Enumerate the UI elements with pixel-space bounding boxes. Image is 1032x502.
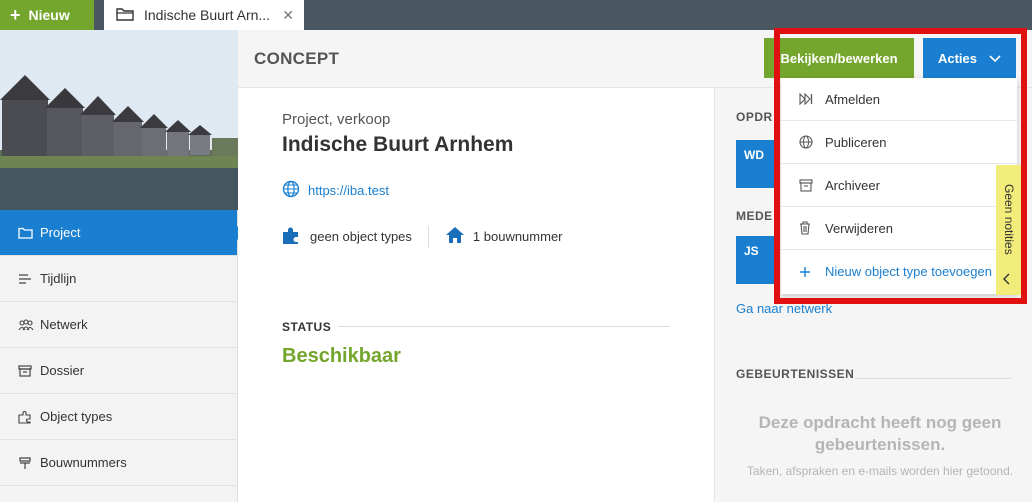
project-url-row: https://iba.test <box>282 180 389 201</box>
new-button-label: Nieuw <box>28 7 70 23</box>
sidebar-item-tijdlijn[interactable]: Tijdlijn <box>0 256 237 302</box>
divider <box>855 378 1011 379</box>
sidebar: Project Tijdlijn Netwerk Dossier Object … <box>0 30 244 502</box>
status-label: STATUS <box>282 320 332 334</box>
project-title: Indische Buurt Arnhem <box>282 133 514 156</box>
globe-icon <box>282 180 300 201</box>
sidebar-item-bouwnummers[interactable]: Bouwnummers <box>0 440 237 486</box>
sidebar-item-label: Netwerk <box>40 317 88 332</box>
network-icon <box>18 318 34 331</box>
project-type: Project, verkoop <box>282 111 391 128</box>
puzzle-icon <box>282 225 302 248</box>
home-icon <box>445 226 465 247</box>
project-url-link[interactable]: https://iba.test <box>308 183 389 198</box>
build-numbers-info[interactable]: 1 bouwnummer <box>445 226 563 247</box>
avatar[interactable]: JS <box>736 236 776 284</box>
sidebar-item-object-types[interactable]: Object types <box>0 394 237 440</box>
close-icon[interactable]: ✕ <box>282 7 294 24</box>
highlight-box <box>774 28 1027 304</box>
object-types-icon <box>18 410 34 424</box>
object-types-text: geen object types <box>310 229 412 244</box>
object-types-info[interactable]: geen object types <box>282 225 412 248</box>
sidebar-item-label: Tijdlijn <box>40 271 77 286</box>
building-numbers-icon <box>18 456 34 470</box>
new-button[interactable]: + Nieuw <box>0 0 94 30</box>
sidebar-item-project[interactable]: Project <box>0 210 244 256</box>
divider <box>427 225 429 248</box>
sidebar-item-dossier[interactable]: Dossier <box>0 348 237 394</box>
project-content: Project, verkoop Indische Buurt Arnhem h… <box>238 88 714 502</box>
sidebar-item-netwerk[interactable]: Netwerk <box>0 302 237 348</box>
opdracht-heading: OPDR <box>736 110 773 124</box>
empty-state-subtitle: Taken, afspraken en e-mails worden hier … <box>746 464 1014 478</box>
divider <box>338 326 670 327</box>
sidebar-item-label: Object types <box>40 409 113 424</box>
archive-icon <box>18 364 34 377</box>
plus-icon: + <box>10 4 21 25</box>
status-value: Beschikbaar <box>282 345 401 367</box>
sidebar-item-label: Bouwnummers <box>40 455 127 470</box>
tab-title: Indische Buurt Arn... <box>144 7 271 23</box>
timeline-icon <box>18 273 34 285</box>
sidebar-item-label: Project <box>40 225 81 240</box>
tab-project[interactable]: Indische Buurt Arn... ✕ <box>104 0 304 30</box>
folder-icon <box>116 7 134 24</box>
sidebar-item-label: Dossier <box>40 363 85 378</box>
medewerkers-heading: MEDE <box>736 209 773 223</box>
project-meta: geen object types 1 bouwnummer <box>282 225 563 248</box>
page-status-title: CONCEPT <box>254 49 340 68</box>
folder-icon <box>18 227 34 239</box>
empty-state-title: Deze opdracht heeft nog geen gebeurtenis… <box>758 413 1002 454</box>
project-image <box>0 30 238 210</box>
top-bar: + Nieuw Indische Buurt Arn... ✕ <box>0 0 1032 30</box>
avatar[interactable]: WD <box>736 140 776 188</box>
build-numbers-text: 1 bouwnummer <box>472 229 563 244</box>
events-heading: GEBEURTENISSEN <box>736 367 855 381</box>
